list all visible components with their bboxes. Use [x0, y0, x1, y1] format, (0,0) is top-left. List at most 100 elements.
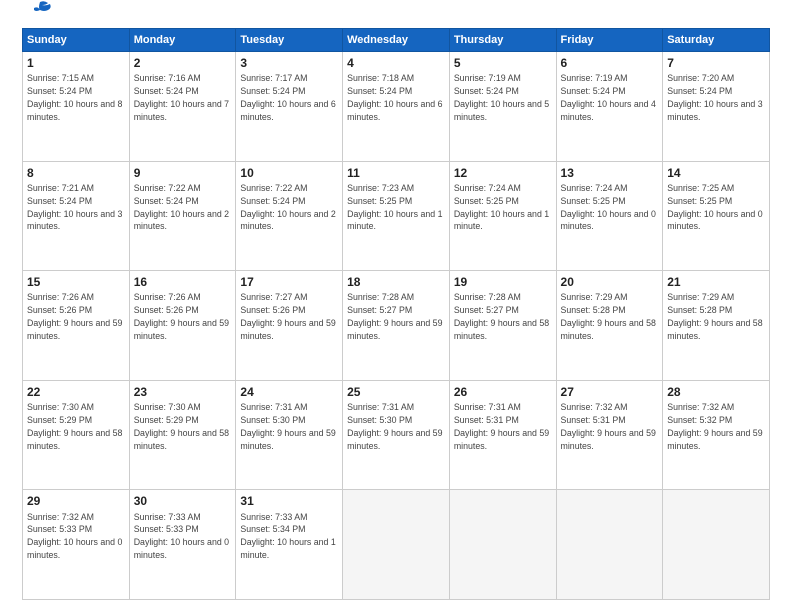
day-info: Sunrise: 7:33 AMSunset: 5:34 PMDaylight:… [240, 512, 335, 561]
day-number: 24 [240, 384, 338, 400]
logo-bird-icon [26, 0, 54, 20]
table-row: 12 Sunrise: 7:24 AMSunset: 5:25 PMDaylig… [449, 161, 556, 271]
table-row: 9 Sunrise: 7:22 AMSunset: 5:24 PMDayligh… [129, 161, 236, 271]
day-info: Sunrise: 7:30 AMSunset: 5:29 PMDaylight:… [27, 402, 122, 451]
calendar-table: Sunday Monday Tuesday Wednesday Thursday… [22, 28, 770, 600]
table-row: 15 Sunrise: 7:26 AMSunset: 5:26 PMDaylig… [23, 271, 130, 381]
day-number: 6 [561, 55, 659, 71]
table-row: 13 Sunrise: 7:24 AMSunset: 5:25 PMDaylig… [556, 161, 663, 271]
day-info: Sunrise: 7:32 AMSunset: 5:32 PMDaylight:… [667, 402, 762, 451]
day-number: 5 [454, 55, 552, 71]
table-row: 21 Sunrise: 7:29 AMSunset: 5:28 PMDaylig… [663, 271, 770, 381]
table-row: 2 Sunrise: 7:16 AMSunset: 5:24 PMDayligh… [129, 52, 236, 162]
day-info: Sunrise: 7:26 AMSunset: 5:26 PMDaylight:… [134, 292, 229, 341]
day-info: Sunrise: 7:16 AMSunset: 5:24 PMDaylight:… [134, 73, 229, 122]
day-number: 26 [454, 384, 552, 400]
page-header [22, 18, 770, 20]
day-info: Sunrise: 7:27 AMSunset: 5:26 PMDaylight:… [240, 292, 335, 341]
day-info: Sunrise: 7:21 AMSunset: 5:24 PMDaylight:… [27, 183, 122, 232]
table-row: 20 Sunrise: 7:29 AMSunset: 5:28 PMDaylig… [556, 271, 663, 381]
calendar-week-row: 8 Sunrise: 7:21 AMSunset: 5:24 PMDayligh… [23, 161, 770, 271]
calendar-week-row: 1 Sunrise: 7:15 AMSunset: 5:24 PMDayligh… [23, 52, 770, 162]
day-info: Sunrise: 7:30 AMSunset: 5:29 PMDaylight:… [134, 402, 229, 451]
calendar-week-row: 22 Sunrise: 7:30 AMSunset: 5:29 PMDaylig… [23, 380, 770, 490]
day-number: 7 [667, 55, 765, 71]
day-number: 22 [27, 384, 125, 400]
table-row: 3 Sunrise: 7:17 AMSunset: 5:24 PMDayligh… [236, 52, 343, 162]
day-info: Sunrise: 7:26 AMSunset: 5:26 PMDaylight:… [27, 292, 122, 341]
table-row [556, 490, 663, 600]
table-row: 27 Sunrise: 7:32 AMSunset: 5:31 PMDaylig… [556, 380, 663, 490]
table-row: 4 Sunrise: 7:18 AMSunset: 5:24 PMDayligh… [343, 52, 450, 162]
table-row: 26 Sunrise: 7:31 AMSunset: 5:31 PMDaylig… [449, 380, 556, 490]
day-info: Sunrise: 7:22 AMSunset: 5:24 PMDaylight:… [134, 183, 229, 232]
day-info: Sunrise: 7:20 AMSunset: 5:24 PMDaylight:… [667, 73, 762, 122]
day-info: Sunrise: 7:31 AMSunset: 5:31 PMDaylight:… [454, 402, 549, 451]
table-row: 23 Sunrise: 7:30 AMSunset: 5:29 PMDaylig… [129, 380, 236, 490]
day-info: Sunrise: 7:15 AMSunset: 5:24 PMDaylight:… [27, 73, 122, 122]
table-row: 25 Sunrise: 7:31 AMSunset: 5:30 PMDaylig… [343, 380, 450, 490]
table-row: 28 Sunrise: 7:32 AMSunset: 5:32 PMDaylig… [663, 380, 770, 490]
day-number: 11 [347, 165, 445, 181]
day-info: Sunrise: 7:28 AMSunset: 5:27 PMDaylight:… [347, 292, 442, 341]
day-info: Sunrise: 7:32 AMSunset: 5:31 PMDaylight:… [561, 402, 656, 451]
table-row: 7 Sunrise: 7:20 AMSunset: 5:24 PMDayligh… [663, 52, 770, 162]
day-info: Sunrise: 7:32 AMSunset: 5:33 PMDaylight:… [27, 512, 122, 561]
day-info: Sunrise: 7:18 AMSunset: 5:24 PMDaylight:… [347, 73, 442, 122]
table-row [663, 490, 770, 600]
day-info: Sunrise: 7:33 AMSunset: 5:33 PMDaylight:… [134, 512, 229, 561]
table-row: 29 Sunrise: 7:32 AMSunset: 5:33 PMDaylig… [23, 490, 130, 600]
day-info: Sunrise: 7:28 AMSunset: 5:27 PMDaylight:… [454, 292, 549, 341]
calendar-week-row: 15 Sunrise: 7:26 AMSunset: 5:26 PMDaylig… [23, 271, 770, 381]
day-number: 3 [240, 55, 338, 71]
day-info: Sunrise: 7:25 AMSunset: 5:25 PMDaylight:… [667, 183, 762, 232]
day-number: 12 [454, 165, 552, 181]
day-number: 28 [667, 384, 765, 400]
day-number: 25 [347, 384, 445, 400]
day-number: 31 [240, 493, 338, 509]
day-info: Sunrise: 7:29 AMSunset: 5:28 PMDaylight:… [561, 292, 656, 341]
table-row: 16 Sunrise: 7:26 AMSunset: 5:26 PMDaylig… [129, 271, 236, 381]
table-row: 19 Sunrise: 7:28 AMSunset: 5:27 PMDaylig… [449, 271, 556, 381]
table-row: 1 Sunrise: 7:15 AMSunset: 5:24 PMDayligh… [23, 52, 130, 162]
table-row: 17 Sunrise: 7:27 AMSunset: 5:26 PMDaylig… [236, 271, 343, 381]
table-row [449, 490, 556, 600]
day-number: 1 [27, 55, 125, 71]
day-number: 23 [134, 384, 232, 400]
table-row: 6 Sunrise: 7:19 AMSunset: 5:24 PMDayligh… [556, 52, 663, 162]
day-number: 10 [240, 165, 338, 181]
day-info: Sunrise: 7:19 AMSunset: 5:24 PMDaylight:… [454, 73, 549, 122]
table-row: 24 Sunrise: 7:31 AMSunset: 5:30 PMDaylig… [236, 380, 343, 490]
day-info: Sunrise: 7:31 AMSunset: 5:30 PMDaylight:… [347, 402, 442, 451]
day-number: 4 [347, 55, 445, 71]
day-number: 29 [27, 493, 125, 509]
header-friday: Friday [556, 29, 663, 52]
table-row: 14 Sunrise: 7:25 AMSunset: 5:25 PMDaylig… [663, 161, 770, 271]
day-number: 18 [347, 274, 445, 290]
day-info: Sunrise: 7:19 AMSunset: 5:24 PMDaylight:… [561, 73, 656, 122]
day-info: Sunrise: 7:17 AMSunset: 5:24 PMDaylight:… [240, 73, 335, 122]
calendar-header-row: Sunday Monday Tuesday Wednesday Thursday… [23, 29, 770, 52]
day-number: 14 [667, 165, 765, 181]
day-number: 8 [27, 165, 125, 181]
table-row: 22 Sunrise: 7:30 AMSunset: 5:29 PMDaylig… [23, 380, 130, 490]
day-number: 30 [134, 493, 232, 509]
logo [22, 18, 54, 20]
calendar-week-row: 29 Sunrise: 7:32 AMSunset: 5:33 PMDaylig… [23, 490, 770, 600]
day-number: 17 [240, 274, 338, 290]
table-row: 11 Sunrise: 7:23 AMSunset: 5:25 PMDaylig… [343, 161, 450, 271]
header-sunday: Sunday [23, 29, 130, 52]
table-row: 18 Sunrise: 7:28 AMSunset: 5:27 PMDaylig… [343, 271, 450, 381]
day-number: 16 [134, 274, 232, 290]
table-row: 5 Sunrise: 7:19 AMSunset: 5:24 PMDayligh… [449, 52, 556, 162]
day-info: Sunrise: 7:23 AMSunset: 5:25 PMDaylight:… [347, 183, 442, 232]
day-number: 2 [134, 55, 232, 71]
day-number: 15 [27, 274, 125, 290]
header-wednesday: Wednesday [343, 29, 450, 52]
day-number: 19 [454, 274, 552, 290]
day-info: Sunrise: 7:24 AMSunset: 5:25 PMDaylight:… [454, 183, 549, 232]
header-monday: Monday [129, 29, 236, 52]
table-row: 31 Sunrise: 7:33 AMSunset: 5:34 PMDaylig… [236, 490, 343, 600]
day-info: Sunrise: 7:29 AMSunset: 5:28 PMDaylight:… [667, 292, 762, 341]
table-row: 8 Sunrise: 7:21 AMSunset: 5:24 PMDayligh… [23, 161, 130, 271]
